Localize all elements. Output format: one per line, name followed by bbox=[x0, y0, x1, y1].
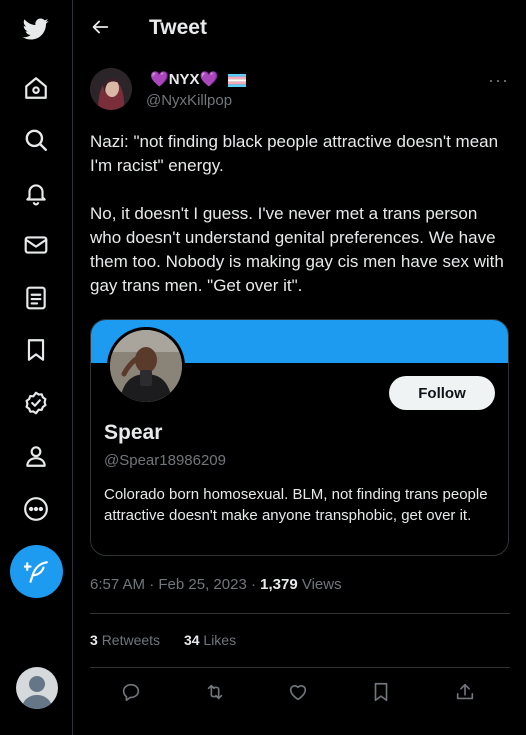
profile-card-name[interactable]: Spear bbox=[104, 421, 162, 445]
purple-heart-emoji-left: 💜 bbox=[150, 71, 169, 88]
home-icon[interactable] bbox=[21, 73, 51, 103]
verified-icon[interactable] bbox=[21, 388, 51, 418]
retweets-count: 3 bbox=[90, 632, 98, 648]
purple-heart-emoji-right: 💜 bbox=[199, 71, 219, 88]
tweet-meta: 6:57 AM · Feb 25, 2023 · 1,379 Views bbox=[90, 576, 342, 593]
more-options-icon[interactable]: ··· bbox=[488, 70, 509, 91]
page-title: Tweet bbox=[149, 16, 207, 39]
share-icon bbox=[456, 683, 474, 700]
likes-stat[interactable]: 34 Likes bbox=[184, 632, 236, 648]
tweet-paragraph-2: No, it doesn't I guess. I've never met a… bbox=[90, 204, 504, 295]
tweet-body: Nazi: "not finding black people attracti… bbox=[90, 130, 510, 322]
default-avatar-icon bbox=[21, 676, 53, 709]
profile-card-avatar[interactable] bbox=[107, 327, 185, 405]
compose-tweet-button[interactable] bbox=[10, 545, 63, 598]
header: Tweet bbox=[73, 0, 526, 56]
profile-icon[interactable] bbox=[21, 441, 51, 471]
author-avatar[interactable] bbox=[90, 68, 132, 110]
sidebar bbox=[0, 0, 73, 735]
engagement-stats: 3 Retweets 34 Likes bbox=[90, 632, 256, 648]
follow-button[interactable]: Follow bbox=[389, 376, 495, 410]
author-display-name[interactable]: 💜NYX💜 bbox=[150, 70, 247, 88]
bookmark-button[interactable] bbox=[370, 681, 394, 705]
twitter-logo-icon[interactable] bbox=[21, 14, 51, 44]
like-button[interactable] bbox=[287, 681, 311, 705]
more-icon[interactable] bbox=[21, 494, 51, 524]
bookmarks-icon[interactable] bbox=[21, 335, 51, 365]
retweets-stat[interactable]: 3 Retweets bbox=[90, 632, 160, 648]
author-handle[interactable]: @NyxKillpop bbox=[146, 92, 232, 109]
lists-icon[interactable] bbox=[21, 283, 51, 313]
back-button[interactable] bbox=[89, 16, 113, 40]
back-arrow-icon bbox=[92, 20, 109, 34]
divider bbox=[90, 613, 510, 614]
profile-card-handle[interactable]: @Spear18986209 bbox=[104, 452, 226, 469]
messages-icon[interactable] bbox=[21, 230, 51, 260]
reply-icon bbox=[122, 683, 140, 702]
profile-card-bio: Colorado born homosexual. BLM, not findi… bbox=[104, 486, 488, 524]
heart-icon bbox=[289, 685, 307, 701]
views-count: 1,379 bbox=[260, 576, 298, 593]
retweet-button[interactable] bbox=[204, 681, 228, 705]
tweet-date[interactable]: Feb 25, 2023 bbox=[158, 576, 246, 593]
author-photo bbox=[90, 68, 132, 110]
views-label: Views bbox=[301, 576, 342, 593]
profile-photo bbox=[110, 330, 182, 402]
likes-label: Likes bbox=[203, 632, 237, 648]
trans-flag-icon bbox=[228, 73, 247, 87]
account-avatar[interactable] bbox=[16, 667, 58, 709]
explore-icon[interactable] bbox=[21, 125, 51, 155]
tweet-time[interactable]: 6:57 AM bbox=[90, 576, 145, 593]
tweet-actions bbox=[90, 675, 510, 711]
tweet-detail: Tweet 💜NYX💜 @NyxKillpop ··· Nazi: "not f… bbox=[73, 0, 526, 735]
bookmark-icon bbox=[374, 682, 388, 702]
compose-tweet-icon bbox=[23, 560, 48, 583]
share-button[interactable] bbox=[454, 681, 478, 705]
quoted-profile-card[interactable]: Follow Spear @Spear18986209 Colorado bor… bbox=[90, 319, 509, 556]
retweets-label: Retweets bbox=[101, 632, 161, 648]
reply-button[interactable] bbox=[120, 681, 144, 705]
likes-count: 34 bbox=[183, 632, 200, 648]
display-name-text: NYX bbox=[168, 71, 200, 88]
retweet-icon bbox=[207, 684, 223, 700]
divider bbox=[90, 667, 510, 668]
notifications-icon[interactable] bbox=[21, 178, 51, 208]
tweet-paragraph-1: Nazi: "not finding black people attracti… bbox=[90, 132, 499, 175]
